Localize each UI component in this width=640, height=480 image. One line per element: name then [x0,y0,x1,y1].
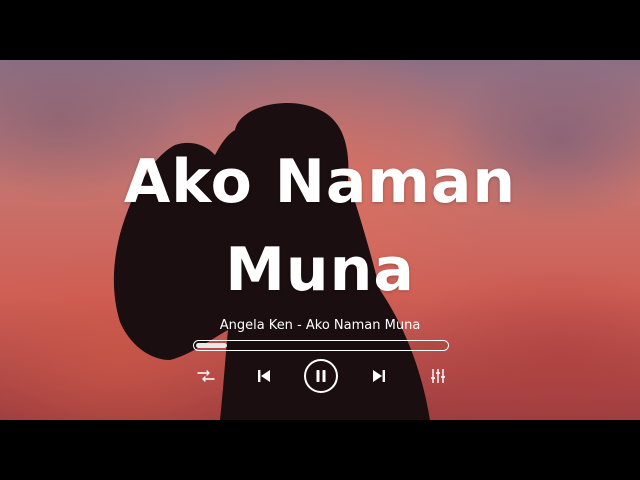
progress-fill [196,343,228,348]
skip-previous-icon [258,370,270,382]
equalizer-icon [431,369,445,383]
play-pause-button[interactable] [304,359,338,393]
equalizer-button[interactable] [428,366,448,386]
shuffle-button[interactable] [196,366,216,386]
progress-bar[interactable] [193,340,449,351]
skip-next-icon [373,370,385,382]
shuffle-icon [197,370,215,382]
background-photo: Ako Naman Muna Angela Ken - Ako Naman Mu… [0,60,640,420]
video-frame: Ako Naman Muna Angela Ken - Ako Naman Mu… [0,0,640,480]
next-button[interactable] [370,367,388,385]
song-title-line-1: Ako Naman [123,147,517,217]
song-title-line-2: Muna [225,235,415,305]
artist-song-label: Angela Ken - Ako Naman Muna [219,318,421,333]
previous-button[interactable] [255,367,273,385]
pause-icon [316,370,326,382]
